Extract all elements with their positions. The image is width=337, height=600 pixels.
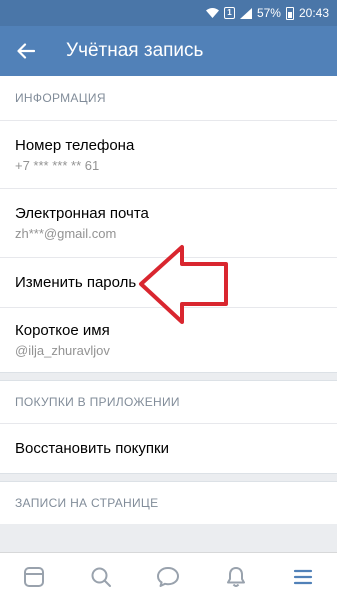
app-bar: Учётная запись <box>0 26 337 76</box>
section-header: ПОКУПКИ В ПРИЛОЖЕНИИ <box>15 395 180 409</box>
clock: 20:43 <box>298 6 329 20</box>
back-button[interactable] <box>0 26 52 76</box>
notifications-icon <box>226 566 245 587</box>
nav-news[interactable] <box>14 557 54 597</box>
wifi-icon <box>205 8 219 18</box>
messages-icon <box>157 566 180 587</box>
item-subtitle: @ilja_zhuravljov <box>15 343 110 358</box>
page-title: Учётная запись <box>66 40 204 61</box>
item-subtitle: zh***@gmail.com <box>15 226 117 241</box>
restore-purchases-item[interactable]: Восстановить покупки <box>0 423 337 473</box>
bottom-navigation <box>0 552 337 600</box>
news-icon <box>23 566 44 587</box>
phone-number-item[interactable]: Номер телефона +7 *** *** ** 61 <box>0 120 337 188</box>
status-bar: 1 57% 20:43 <box>0 0 337 26</box>
item-title: Восстановить покупки <box>15 440 169 457</box>
section-divider <box>0 372 337 381</box>
arrow-left-icon <box>17 43 35 59</box>
sim-icon: 1 <box>223 7 235 19</box>
section-wall-posts: ЗАПИСИ НА СТРАНИЦЕ <box>0 482 337 524</box>
nav-notifications[interactable] <box>216 557 256 597</box>
section-purchases: ПОКУПКИ В ПРИЛОЖЕНИИ Восстановить покупк… <box>0 381 337 473</box>
nav-search[interactable] <box>81 557 121 597</box>
nav-menu[interactable] <box>283 557 323 597</box>
item-title: Электронная почта <box>15 205 149 222</box>
section-header: ЗАПИСИ НА СТРАНИЦЕ <box>15 496 159 510</box>
item-title: Номер телефона <box>15 136 135 154</box>
annotation-arrow <box>139 245 228 324</box>
search-icon <box>91 567 112 587</box>
nav-messages[interactable] <box>148 557 188 597</box>
section-divider <box>0 473 337 482</box>
battery-icon <box>285 6 294 20</box>
item-subtitle: +7 *** *** ** 61 <box>15 157 100 173</box>
signal-icon <box>239 7 252 19</box>
section-header: ИНФОРМАЦИЯ <box>15 91 106 105</box>
menu-icon <box>294 569 313 584</box>
battery-percent: 57% <box>256 6 281 20</box>
